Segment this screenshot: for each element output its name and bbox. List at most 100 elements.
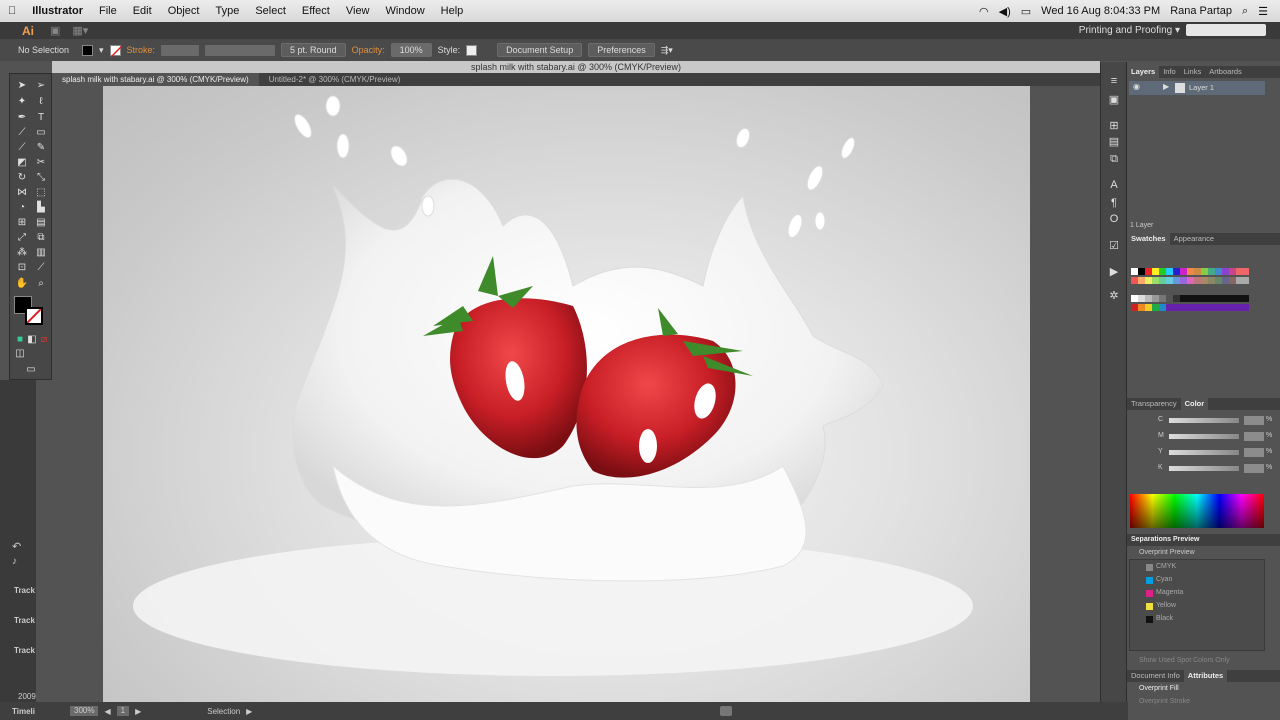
align-icon[interactable]: ⊞ bbox=[1107, 118, 1121, 132]
plate-yellow[interactable]: Yellow bbox=[1156, 602, 1176, 609]
stroke-swatch[interactable] bbox=[109, 44, 122, 57]
tab-appearance[interactable]: Appearance bbox=[1170, 233, 1218, 245]
menu-window[interactable]: Window bbox=[378, 5, 433, 17]
stroke-label[interactable]: Stroke: bbox=[127, 45, 156, 55]
tab-artboards[interactable]: Artboards bbox=[1205, 66, 1246, 78]
tab-swatches[interactable]: Swatches bbox=[1127, 233, 1170, 245]
menu-edit[interactable]: Edit bbox=[125, 5, 160, 17]
clock[interactable]: Wed 16 Aug 8:04:33 PM bbox=[1041, 5, 1160, 17]
tab-layers[interactable]: Layers bbox=[1127, 66, 1160, 78]
paintbrush-icon[interactable]: ⟋ bbox=[15, 140, 29, 154]
menu-object[interactable]: Object bbox=[160, 5, 208, 17]
chevron-down-icon[interactable]: ▾ bbox=[99, 45, 104, 56]
width-tool-icon[interactable]: ⋈ bbox=[15, 185, 29, 199]
magic-wand-icon[interactable]: ✦ bbox=[15, 94, 29, 108]
paragraph-icon[interactable]: ¶ bbox=[1107, 196, 1121, 210]
tab-untitled-2[interactable]: Untitled-2* @ 300% (CMYK/Preview) bbox=[259, 73, 411, 86]
audio-icon[interactable]: ♪ bbox=[12, 556, 17, 567]
pencil-icon[interactable]: ✎ bbox=[34, 140, 48, 154]
menu-file[interactable]: File bbox=[91, 5, 125, 17]
volume-icon[interactable]: ◀) bbox=[999, 5, 1011, 18]
status-menu-icon[interactable]: ▶ bbox=[246, 707, 252, 716]
gradient-icon[interactable]: ▤ bbox=[34, 215, 48, 229]
overprint-preview-checkbox[interactable]: Overprint Preview bbox=[1139, 549, 1195, 556]
navigator-icon[interactable]: ▣ bbox=[1107, 92, 1121, 106]
channel-y-slider[interactable] bbox=[1169, 450, 1239, 455]
bridge-icon[interactable]: ▣ bbox=[50, 24, 60, 37]
app-menu[interactable]: Illustrator bbox=[24, 5, 91, 17]
zoom-select[interactable]: 300% bbox=[70, 706, 99, 716]
search-icon[interactable]: ⌕ bbox=[1242, 5, 1248, 18]
opacity-input[interactable]: 100% bbox=[390, 43, 432, 57]
battery-icon[interactable]: ▭ bbox=[1021, 5, 1031, 18]
blend-icon[interactable]: ⧉ bbox=[34, 230, 48, 244]
character-icon[interactable]: A bbox=[1107, 178, 1121, 192]
horizontal-scrollbar[interactable] bbox=[720, 706, 732, 716]
free-transform-icon[interactable]: ⬚ bbox=[34, 185, 48, 199]
opentype-icon[interactable]: O bbox=[1107, 212, 1121, 226]
scale-icon[interactable]: ⤡ bbox=[34, 170, 48, 184]
scissors-icon[interactable]: ✂ bbox=[34, 155, 48, 169]
screen-mode-icon[interactable]: ▭ bbox=[24, 362, 38, 376]
pen-tool-icon[interactable]: ✒ bbox=[15, 110, 29, 124]
channel-m-input[interactable] bbox=[1244, 432, 1264, 441]
slice-icon[interactable]: ⟋ bbox=[34, 260, 48, 274]
pathfinder-icon[interactable]: ▤ bbox=[1107, 134, 1121, 148]
shape-builder-icon[interactable]: ◔ bbox=[15, 200, 29, 214]
artboard[interactable] bbox=[103, 86, 1030, 702]
tab-attributes[interactable]: Attributes bbox=[1183, 670, 1228, 682]
wifi-icon[interactable]: ◠ bbox=[979, 5, 989, 18]
swatch-grid[interactable] bbox=[1131, 268, 1249, 324]
channel-k-input[interactable] bbox=[1244, 464, 1264, 473]
plate-black[interactable]: Black bbox=[1156, 615, 1173, 622]
arrange-icon[interactable]: ⇶▾ bbox=[661, 45, 673, 56]
workspace-switcher[interactable]: Printing and Proofing ▾ bbox=[1079, 25, 1180, 36]
arrange-documents-icon[interactable]: ▦▾ bbox=[72, 24, 88, 37]
notification-icon[interactable]: ☰ bbox=[1258, 5, 1268, 18]
graph-icon[interactable]: ▥ bbox=[34, 245, 48, 259]
checklist-icon[interactable]: ☑ bbox=[1107, 238, 1121, 252]
tab-info[interactable]: Info bbox=[1159, 66, 1180, 78]
tab-links[interactable]: Links bbox=[1180, 66, 1206, 78]
style-swatch[interactable] bbox=[466, 44, 478, 56]
tab-splash-milk[interactable]: splash milk with stabary.ai @ 300% (CMYK… bbox=[52, 73, 259, 86]
channel-k-slider[interactable] bbox=[1169, 466, 1239, 471]
expand-arrow-icon[interactable]: ▶ bbox=[1163, 82, 1169, 91]
mesh-icon[interactable]: ⊞ bbox=[15, 215, 29, 229]
plate-cyan[interactable]: Cyan bbox=[1156, 576, 1172, 583]
rectangle-tool-icon[interactable]: ▭ bbox=[34, 125, 48, 139]
symbol-sprayer-icon[interactable]: ⁂ bbox=[15, 245, 29, 259]
layer-name[interactable]: Layer 1 bbox=[1189, 83, 1214, 92]
perspective-grid-icon[interactable]: ▙ bbox=[34, 200, 48, 214]
overprint-stroke-checkbox[interactable]: Overprint Stroke bbox=[1139, 698, 1190, 705]
next-artboard-icon[interactable]: ▶ bbox=[135, 707, 141, 716]
channel-y-input[interactable] bbox=[1244, 448, 1264, 457]
plate-cmyk[interactable]: CMYK bbox=[1156, 563, 1176, 570]
layer-row[interactable]: ◉ ▶ Layer 1 bbox=[1129, 81, 1265, 95]
none-mode-icon[interactable]: ⧄ bbox=[37, 332, 51, 346]
channel-m-slider[interactable] bbox=[1169, 434, 1239, 439]
direct-selection-tool-icon[interactable]: ➢ bbox=[34, 78, 48, 92]
lasso-icon[interactable]: ℓ bbox=[34, 94, 48, 108]
spot-colors-checkbox[interactable]: Show Used Spot Colors Only bbox=[1139, 657, 1230, 664]
variable-width-select[interactable] bbox=[205, 44, 276, 56]
type-tool-icon[interactable]: T bbox=[34, 110, 48, 124]
menu-icon[interactable]: ≡ bbox=[1107, 74, 1121, 88]
menu-type[interactable]: Type bbox=[207, 5, 247, 17]
tab-color[interactable]: Color bbox=[1180, 398, 1209, 410]
actions-icon[interactable]: ▶ bbox=[1107, 264, 1121, 278]
artboard-tool-icon[interactable]: ⊡ bbox=[15, 260, 29, 274]
help-search-input[interactable] bbox=[1186, 24, 1266, 36]
menu-select[interactable]: Select bbox=[247, 5, 294, 17]
rotate-icon[interactable]: ↻ bbox=[15, 170, 29, 184]
draw-mode-icon[interactable]: ◫ bbox=[13, 346, 27, 360]
channel-c-input[interactable] bbox=[1244, 416, 1264, 425]
menu-help[interactable]: Help bbox=[433, 5, 472, 17]
preferences-button[interactable]: Preferences bbox=[588, 43, 655, 57]
document-setup-button[interactable]: Document Setup bbox=[497, 43, 583, 57]
hand-tool-icon[interactable]: ✋ bbox=[15, 276, 29, 290]
eyedropper-icon[interactable]: ⤢ bbox=[15, 230, 29, 244]
artboard-select[interactable]: 1 bbox=[116, 706, 130, 716]
tab-document-info[interactable]: Document Info bbox=[1127, 670, 1184, 682]
stroke-weight-input[interactable] bbox=[161, 44, 200, 56]
